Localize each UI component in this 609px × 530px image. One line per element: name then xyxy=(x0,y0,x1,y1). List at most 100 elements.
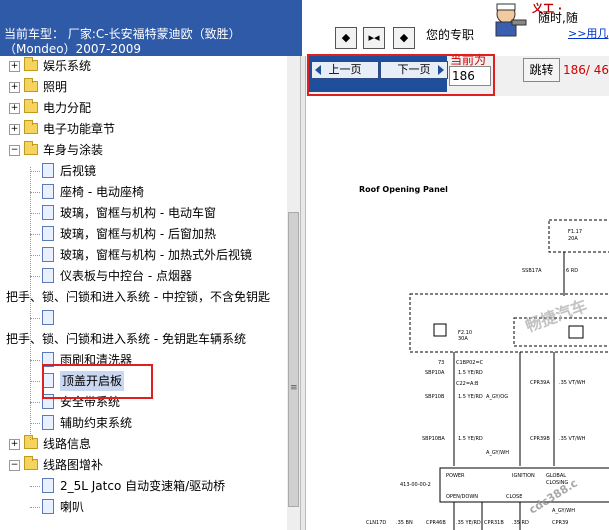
project-label: 您的专职 xyxy=(426,28,475,42)
tree-item-20[interactable]: 2_5L Jatco 自动变速箱/驱动桥 xyxy=(0,476,287,496)
tree-item-13[interactable]: 把手、锁、闩锁和进入系统 - 免钥匙车辆系统 xyxy=(0,329,287,349)
document-icon xyxy=(42,163,54,178)
diagram-title: Roof Opening Panel xyxy=(359,185,448,194)
tree-item-18[interactable]: + 线路信息 xyxy=(0,434,287,454)
document-icon xyxy=(42,499,54,514)
expand-icon[interactable]: + xyxy=(9,439,20,450)
tree-item-label: 安全带系统 xyxy=(60,395,121,409)
wire11-label: CPR46B xyxy=(426,520,446,526)
jump-button[interactable]: 跳转 xyxy=(523,58,560,82)
wire5-color: 1.5 YE/RD xyxy=(458,394,483,400)
tree-item-8[interactable]: 玻璃，窗框与机构 - 后窗加热 xyxy=(0,224,287,244)
global-label: GLOBAL xyxy=(546,473,566,479)
tree-item-label: 喇叭 xyxy=(60,500,85,514)
wire9-label: CPR39B xyxy=(530,436,550,442)
document-icon xyxy=(42,205,54,220)
tree-item-4[interactable]: − 车身与涂装 xyxy=(0,140,287,160)
expand-icon[interactable]: + xyxy=(9,61,20,72)
wire1-label: SSB17A xyxy=(522,268,542,274)
wire14-label: CPR39 xyxy=(552,520,568,526)
collapse-icon[interactable]: − xyxy=(9,460,20,471)
vehicle-line-2: （Mondeo）2007-2009 xyxy=(4,42,142,56)
tree-item-label: 玻璃，窗框与机构 - 电动车窗 xyxy=(60,206,216,220)
document-icon xyxy=(42,478,54,493)
tree-item-label: 辅助约束系统 xyxy=(60,416,133,430)
folder-icon xyxy=(24,435,38,449)
tree-item-21[interactable]: 喇叭 xyxy=(0,497,287,517)
arrow-right-icon xyxy=(438,65,444,75)
tree-item-label: 雨刷和清洗器 xyxy=(60,353,133,367)
wire11-color: .35 YE/RD xyxy=(456,520,481,526)
tree-item-label: 线路信息 xyxy=(43,437,92,451)
document-icon xyxy=(42,310,54,325)
folder-icon xyxy=(24,78,38,92)
next-page-button[interactable]: 下一页 xyxy=(380,61,448,79)
tree-item-3[interactable]: + 电子功能章节 xyxy=(0,119,287,139)
tree-item-1[interactable]: + 照明 xyxy=(0,77,287,97)
tree-item-label: 顶盖开启板 xyxy=(60,371,125,391)
wire6-label: SBP10BA xyxy=(422,436,445,442)
document-icon xyxy=(42,373,54,388)
diagram-canvas: Roof Opening Panel F1.17 20A SSB17A 6 RD… xyxy=(359,185,609,530)
mascot-icon xyxy=(482,0,530,40)
tree-item-2[interactable]: + 电力分配 xyxy=(0,98,287,118)
expand-icon[interactable]: + xyxy=(9,103,20,114)
tree-item-label: 线路图增补 xyxy=(43,458,104,472)
tree-item-9[interactable]: 玻璃，窗框与机构 - 加热式外后视镜 xyxy=(0,245,287,265)
tree-guide-line xyxy=(30,167,31,440)
wire12-color: .35 RD xyxy=(512,520,529,526)
tree-item-label: 仪表板与中控台 - 点烟器 xyxy=(60,269,192,283)
close-label: CLOSE xyxy=(506,494,522,500)
tree-item-label: 座椅 - 电动座椅 xyxy=(60,185,144,199)
pager-strip: 上一页 下一页 xyxy=(307,56,448,92)
tree-item-19[interactable]: − 线路图增补 xyxy=(0,455,287,475)
folder-icon xyxy=(24,120,38,134)
vehicle-info-bar: 当前车型： 厂家:C-长安福特蒙迪欧（致胜） （Mondeo）2007-2009 xyxy=(0,0,302,56)
expand-icon[interactable]: + xyxy=(9,124,20,135)
tree-item-selected[interactable]: 顶盖开启板 xyxy=(0,371,287,391)
tree-item-label: 玻璃，窗框与机构 - 后窗加热 xyxy=(60,227,216,241)
tree-scroll-thumb[interactable] xyxy=(288,212,299,507)
page-prev-icon[interactable]: ◆ xyxy=(393,27,415,49)
wire3-label: SBP10A xyxy=(425,370,445,376)
tree-item-label: 2_5L Jatco 自动变速箱/驱动桥 xyxy=(60,479,226,493)
tree-item-17[interactable]: 辅助约束系统 xyxy=(0,413,287,433)
prev-page-button[interactable]: 上一页 xyxy=(311,61,379,79)
fuse1-amp: 20A xyxy=(568,236,578,242)
collapse-icon[interactable]: − xyxy=(9,145,20,156)
tree-item-12[interactable] xyxy=(0,308,287,328)
tree-item-14[interactable]: 雨刷和清洗器 xyxy=(0,350,287,370)
tree-item-5[interactable]: 后视镜 xyxy=(0,161,287,181)
tree-item-0[interactable]: + 娱乐系统 xyxy=(0,56,287,76)
folder-icon xyxy=(24,57,38,71)
tree-item-7[interactable]: 玻璃，窗框与机构 - 电动车窗 xyxy=(0,203,287,223)
wire15-label: A_GY/WH xyxy=(552,508,575,514)
page-number-input[interactable] xyxy=(449,66,491,86)
tree-item-6[interactable]: 座椅 - 电动座椅 xyxy=(0,182,287,202)
ad-link[interactable]: >>用几 xyxy=(568,25,608,40)
wire5-label: SBP10B xyxy=(425,394,445,400)
page-first-icon[interactable]: ◆ xyxy=(335,27,357,49)
folder-icon xyxy=(24,456,38,470)
wire9-color: .35 VT/WH xyxy=(559,436,586,442)
wiring-diagram[interactable]: Roof Opening Panel F1.17 20A SSB17A 6 RD… xyxy=(306,96,609,530)
page-fit-icon[interactable]: ▸◂ xyxy=(363,27,385,49)
wire2-label: C1BP02=C xyxy=(456,360,484,366)
tree-item-label: 玻璃，窗框与机构 - 加热式外后视镜 xyxy=(60,248,252,262)
folder-icon xyxy=(24,141,38,155)
expand-icon[interactable]: + xyxy=(9,82,20,93)
power-label: POWER xyxy=(446,473,465,479)
wire12-label: CPR31B xyxy=(484,520,504,526)
wire3-color: 1.5 YE/RD xyxy=(458,370,483,376)
ad-banner[interactable]: 义工 · 随时,随 >>用几 xyxy=(482,0,609,40)
wire7-label: A_GY/OG xyxy=(486,394,508,400)
wire2-pin: 73 xyxy=(438,360,444,366)
tree-item-label: 把手、锁、闩锁和进入系统 - 免钥匙车辆系统 xyxy=(6,332,246,346)
tree-item-10[interactable]: 仪表板与中控台 - 点烟器 xyxy=(0,266,287,286)
document-icon xyxy=(42,226,54,241)
document-icon xyxy=(42,394,54,409)
tree-item-11[interactable]: 把手、锁、闩锁和进入系统 - 中控锁，不含免钥匙 xyxy=(0,287,287,307)
tree-item-16[interactable]: 安全带系统 xyxy=(0,392,287,412)
document-icon xyxy=(42,247,54,262)
wire8-color: .35 VT/WH xyxy=(559,380,586,386)
